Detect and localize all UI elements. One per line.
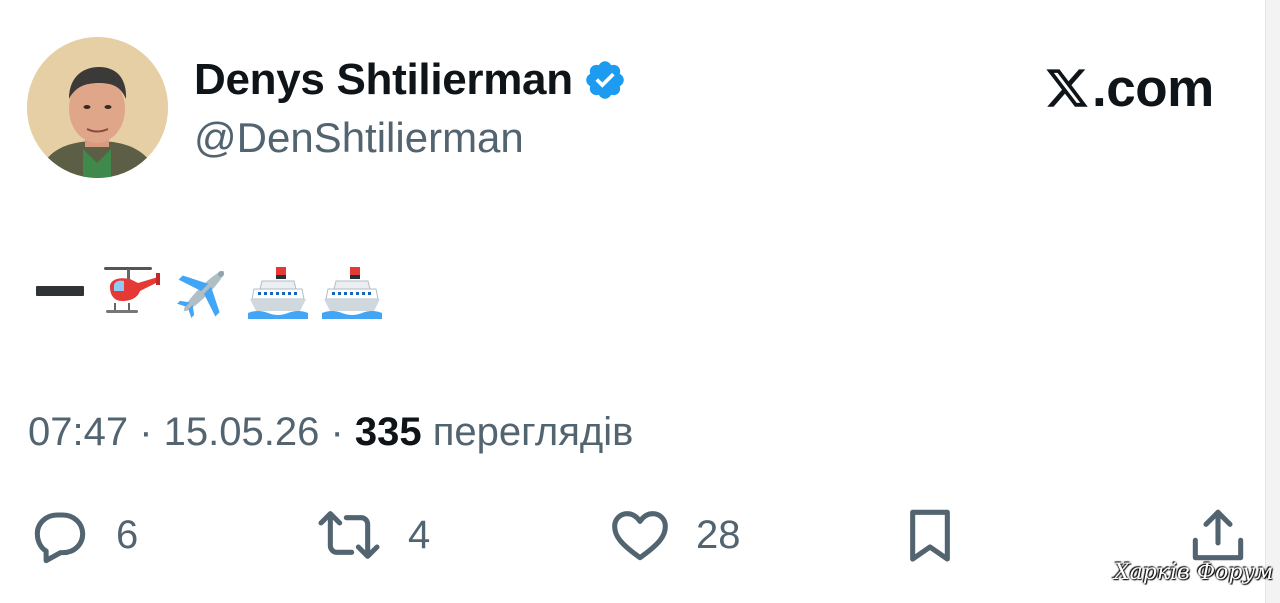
tweet-time[interactable]: 07:47	[28, 410, 128, 454]
reply-button[interactable]: 6	[28, 500, 138, 570]
page-edge	[1265, 0, 1280, 603]
brand-domain-text: .com	[1092, 58, 1214, 118]
repost-count: 4	[408, 512, 431, 557]
repost-button[interactable]: 4	[314, 500, 430, 570]
author-handle[interactable]: @DenShtilierman	[194, 114, 524, 162]
reply-icon[interactable]	[28, 503, 92, 567]
author-name-row[interactable]: Denys Shtilierman	[194, 50, 627, 110]
x-logo-icon	[1044, 65, 1090, 111]
meta-separator: ·	[319, 410, 355, 454]
views-count: 335	[354, 410, 422, 454]
tweet-date[interactable]: 15.05.26	[164, 410, 320, 454]
share-icon[interactable]	[1186, 503, 1250, 567]
author-display-name[interactable]: Denys Shtilierman	[194, 55, 573, 105]
like-button[interactable]: 28	[608, 500, 741, 570]
reply-count: 6	[116, 512, 139, 557]
bookmark-button[interactable]	[898, 500, 962, 570]
views-label: переглядів	[421, 410, 634, 454]
avatar[interactable]	[27, 37, 168, 178]
heart-icon[interactable]	[608, 503, 672, 567]
ship-emoji-icon	[246, 259, 310, 323]
ship-emoji-icon	[320, 259, 384, 323]
avatar-photo	[27, 37, 168, 178]
forum-watermark: Харків Форум	[1114, 560, 1274, 585]
x-brand-logo: .com	[1044, 58, 1214, 118]
bookmark-icon[interactable]	[898, 503, 962, 567]
meta-separator: ·	[128, 410, 164, 454]
airplane-emoji-icon	[172, 259, 236, 323]
verified-badge-icon	[583, 58, 627, 102]
tweet-text	[36, 258, 394, 324]
dash-symbol	[36, 286, 84, 296]
repost-icon[interactable]	[314, 503, 384, 567]
tweet-meta: 07:47 · 15.05.26 · 335 переглядів	[28, 410, 633, 455]
helicopter-emoji-icon	[98, 259, 162, 323]
like-count: 28	[696, 512, 741, 557]
